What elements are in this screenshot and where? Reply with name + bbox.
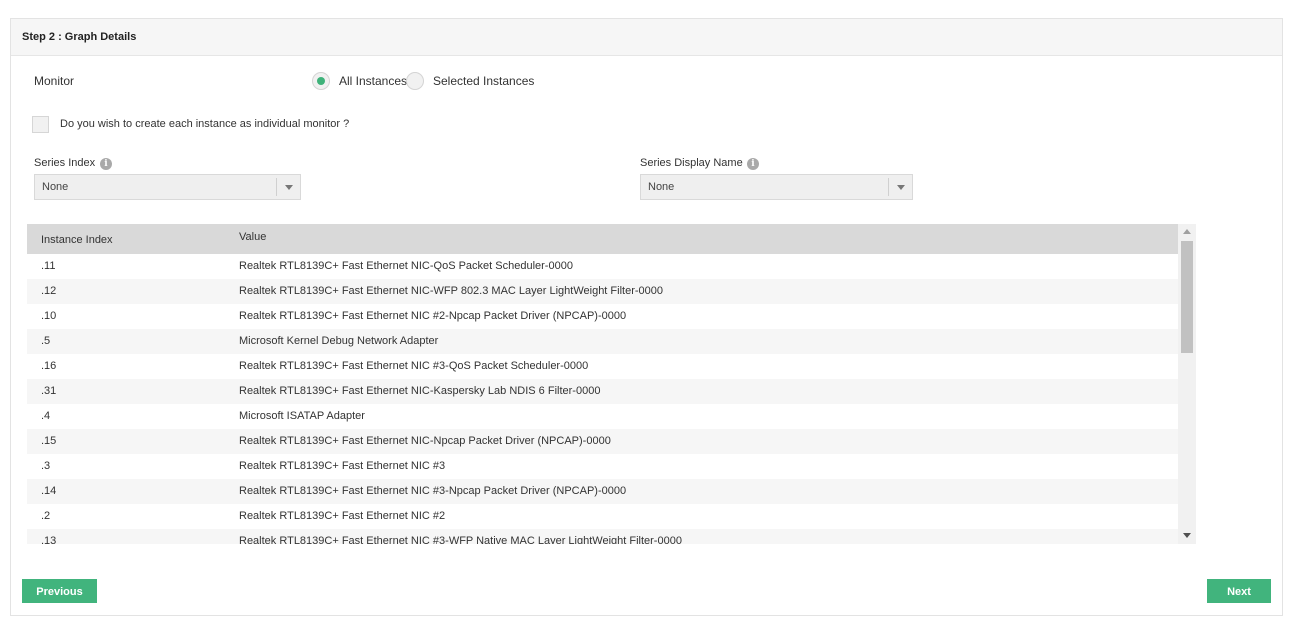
- individual-monitor-label: Do you wish to create each instance as i…: [60, 118, 350, 130]
- table-row[interactable]: .31 Realtek RTL8139C+ Fast Ethernet NIC-K…: [27, 379, 1178, 404]
- value-cell: Realtek RTL8139C+ Fast Ethernet NIC #3-Q…: [239, 360, 589, 372]
- individual-monitor-checkbox[interactable]: [32, 116, 49, 133]
- all-instances-radio[interactable]: [312, 72, 330, 90]
- table-row[interactable]: .12 Realtek RTL8139C+ Fast Ethernet NIC-W…: [27, 279, 1178, 304]
- value-cell: Realtek RTL8139C+ Fast Ethernet NIC #3-N…: [239, 485, 627, 497]
- selected-instances-radio[interactable]: [406, 72, 424, 90]
- table-row[interactable]: .2 Realtek RTL8139C+ Fast Ethernet NIC #2: [27, 504, 1178, 529]
- scroll-down-arrow-icon[interactable]: [1183, 533, 1191, 538]
- chevron-down-icon[interactable]: [276, 178, 300, 196]
- table-row[interactable]: .5 Microsoft Kernel Debug Network Adapter: [27, 329, 1178, 354]
- instance-index-cell: .10: [41, 310, 57, 322]
- table-row[interactable]: .3 Realtek RTL8139C+ Fast Ethernet NIC #3: [27, 454, 1178, 479]
- instance-index-cell: .4: [41, 410, 51, 422]
- table-row[interactable]: .13 Realtek RTL8139C+ Fast Ethernet NIC #…: [27, 529, 1178, 544]
- graph-details-panel: Step 2 : Graph Details Monitor All Insta…: [10, 18, 1283, 616]
- monitor-label: Monitor: [34, 74, 75, 88]
- scroll-up-arrow-icon[interactable]: [1183, 229, 1191, 234]
- instance-index-cell: .13: [41, 535, 57, 544]
- table-row[interactable]: .4 Microsoft ISATAP Adapter: [27, 404, 1178, 429]
- value-cell: Microsoft Kernel Debug Network Adapter: [239, 335, 439, 347]
- value-cell: Realtek RTL8139C+ Fast Ethernet NIC-WFP …: [239, 285, 663, 297]
- value-cell: Realtek RTL8139C+ Fast Ethernet NIC #2: [239, 510, 446, 522]
- series-index-label: Series Index: [34, 157, 96, 169]
- instance-index-cell: .14: [41, 485, 57, 497]
- panel-header: Step 2 : Graph Details: [11, 19, 1282, 56]
- table-scrollbar[interactable]: [1178, 224, 1196, 544]
- instance-index-cell: .11: [41, 260, 56, 272]
- selected-instances-label[interactable]: Selected Instances: [433, 74, 534, 88]
- value-cell: Microsoft ISATAP Adapter: [239, 410, 365, 422]
- value-cell: Realtek RTL8139C+ Fast Ethernet NIC #3-W…: [239, 535, 682, 544]
- scrollbar-thumb[interactable]: [1181, 241, 1193, 353]
- series-index-value: None: [42, 181, 69, 193]
- previous-button[interactable]: Previous: [22, 579, 97, 603]
- value-cell: Realtek RTL8139C+ Fast Ethernet NIC-Npca…: [239, 435, 611, 447]
- series-display-name-label: Series Display Name: [640, 157, 743, 169]
- value-cell: Realtek RTL8139C+ Fast Ethernet NIC-QoS …: [239, 260, 573, 272]
- series-index-select[interactable]: None: [34, 174, 301, 200]
- chevron-down-icon[interactable]: [888, 178, 912, 196]
- table-row[interactable]: .10 Realtek RTL8139C+ Fast Ethernet NIC #…: [27, 304, 1178, 329]
- instance-index-cell: .12: [41, 285, 57, 297]
- all-instances-label[interactable]: All Instances: [339, 74, 407, 88]
- instance-index-cell: .2: [41, 510, 51, 522]
- value-cell: Realtek RTL8139C+ Fast Ethernet NIC #2-N…: [239, 310, 627, 322]
- table-row[interactable]: .14 Realtek RTL8139C+ Fast Ethernet NIC #…: [27, 479, 1178, 504]
- table-header: Instance Index Value: [27, 224, 1178, 254]
- instance-index-cell: .31: [41, 385, 57, 397]
- instance-index-cell: .16: [41, 360, 57, 372]
- series-display-name-select[interactable]: None: [640, 174, 913, 200]
- step-title: Step 2 : Graph Details: [22, 31, 137, 43]
- table-body: .11 Realtek RTL8139C+ Fast Ethernet NIC-Q…: [27, 254, 1178, 544]
- table-row[interactable]: .16 Realtek RTL8139C+ Fast Ethernet NIC #…: [27, 354, 1178, 379]
- column-header-value[interactable]: Value: [239, 231, 266, 243]
- value-cell: Realtek RTL8139C+ Fast Ethernet NIC #3: [239, 460, 446, 472]
- value-cell: Realtek RTL8139C+ Fast Ethernet NIC-Kasp…: [239, 385, 601, 397]
- table-row[interactable]: .15 Realtek RTL8139C+ Fast Ethernet NIC-N…: [27, 429, 1178, 454]
- table-row[interactable]: .11 Realtek RTL8139C+ Fast Ethernet NIC-Q…: [27, 254, 1178, 279]
- instance-index-cell: .3: [41, 460, 51, 472]
- series-index-info-icon[interactable]: i: [100, 158, 112, 170]
- next-button[interactable]: Next: [1207, 579, 1271, 603]
- instance-index-cell: .5: [41, 335, 51, 347]
- series-display-name-value: None: [648, 181, 675, 193]
- series-display-name-info-icon[interactable]: i: [747, 158, 759, 170]
- instance-index-cell: .15: [41, 435, 57, 447]
- instances-table: Instance Index Value .11 Realtek RTL8139C…: [27, 224, 1196, 544]
- column-header-instance-index[interactable]: Instance Index: [41, 234, 113, 246]
